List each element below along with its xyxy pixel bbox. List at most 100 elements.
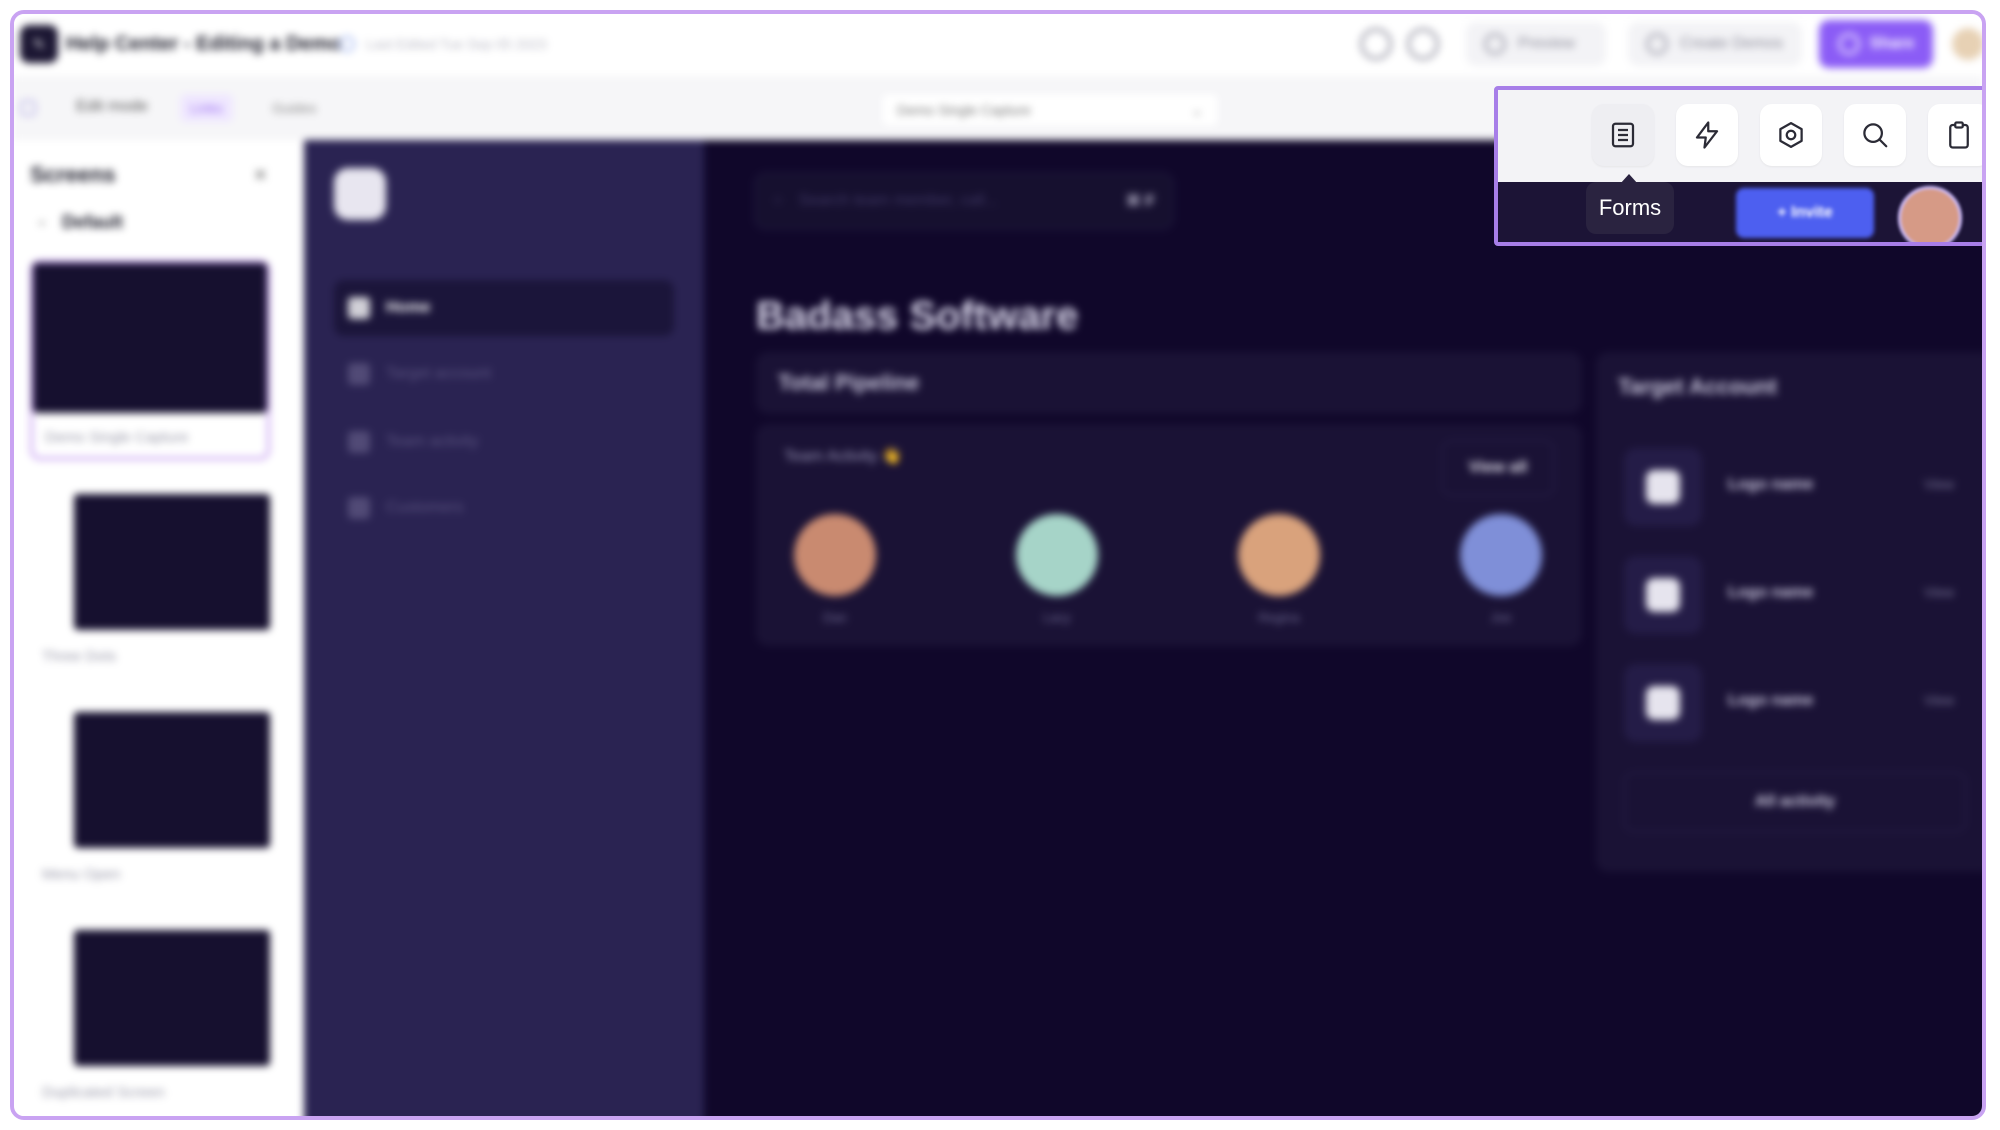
guides-button[interactable]: Guides [262,94,326,122]
logo-mark-icon [1646,686,1680,720]
thumbnail-image [74,494,270,630]
actions-tool-button[interactable] [1676,104,1738,166]
member-name: Lacy [1043,610,1071,625]
app-brand-logo [334,168,386,220]
avatar [1016,514,1098,596]
screen-thumbnail[interactable]: Demo Single Capture [30,260,270,460]
thumbnail-label: Menu Open [42,866,121,883]
edit-status-icon [339,36,355,52]
screen-group-default[interactable]: Default [62,212,123,233]
account-name: Logo name [1728,692,1814,709]
invite-button[interactable]: + Invite [1736,188,1874,238]
all-activity-button[interactable]: All activity [1624,772,1966,832]
nav-item-customers[interactable]: Customers [334,480,674,536]
screen-thumbnail[interactable]: Three Dots [30,482,270,682]
settings-tool-button[interactable] [1760,104,1822,166]
document-title[interactable]: Help Center - Editing a Demo [66,33,342,56]
plus-circle-icon [1646,33,1668,55]
thumbnail-label: Three Dots [42,648,117,665]
edit-mode-label: Edit mode [76,98,149,115]
total-pipeline-panel[interactable]: Total Pipeline [756,352,1582,414]
search-icon [1863,123,1888,148]
hexagon-gear-icon [1779,122,1803,148]
search-tool-button[interactable] [1844,104,1906,166]
links-label: Links [190,100,223,116]
nav-label: Customers [386,499,464,516]
forms-tool-button[interactable] [1592,104,1654,166]
screen-select[interactable]: Demo Single Capture ⌄ [880,92,1220,128]
guides-label: Guides [272,100,317,116]
member-name: Dan [823,610,847,625]
member-name: Regina [1258,610,1300,625]
account-row[interactable]: Logo name View [1624,556,1974,636]
eye-icon [1484,33,1506,55]
thumbnail-label: Demo Single Capture [45,429,189,446]
sidebar-toggle-icon[interactable] [20,100,36,116]
preview-button[interactable]: Preview [1466,22,1606,66]
page-title: Badass Software [756,294,1079,338]
team-member[interactable]: Lacy [1012,514,1102,625]
nav-item-team-activity[interactable]: Team activity [334,414,674,470]
help-icon[interactable] [1360,28,1392,60]
nav-item-target-account[interactable]: Target account [334,346,674,402]
nav-label: Target account [386,365,491,382]
thumbnail-image [74,712,270,848]
demo-canvas: Home Target account Team activity Custom… [304,140,1982,1116]
account-view-link[interactable]: View [1924,584,1954,600]
avatar[interactable] [1898,186,1962,242]
team-activity-title: Team Activity 👋 [784,448,902,465]
nav-item-home[interactable]: Home [334,280,674,336]
share-button[interactable]: Share [1819,20,1933,68]
clipboard-icon [1949,121,1969,149]
highlight-zoom-region: + Invite Forms [1494,86,1982,246]
last-edited-text: Last Edited Tue Sep 05 2023 [366,36,547,52]
account-logo [1624,448,1702,526]
team-member[interactable]: Regina [1234,514,1324,625]
forms-tooltip: Forms [1586,182,1674,234]
account-view-link[interactable]: View [1924,692,1954,708]
top-bar: ✎ Help Center - Editing a Demo Last Edit… [14,14,1982,76]
avatar [1238,514,1320,596]
editor-frame: ✎ Help Center - Editing a Demo Last Edit… [10,10,1986,1120]
lightning-icon [1695,121,1719,149]
avatar [794,514,876,596]
element-toolbar [1498,90,1982,182]
close-icon[interactable]: × [254,162,267,188]
avatar [1460,514,1542,596]
screen-thumbnail[interactable]: Menu Open [30,700,270,900]
member-name: Joe [1490,610,1512,625]
users-icon [348,431,370,453]
search-placeholder: Search team member, call... [798,192,998,209]
chevron-down-icon: ⌄ [1191,101,1203,118]
team-member[interactable]: Dan [790,514,880,625]
account-view-link[interactable]: View [1924,476,1954,492]
share-label: Share [1869,35,1915,52]
thumbnail-label: Duplicated Screen [42,1084,165,1101]
chevron-down-icon[interactable]: ⌄ [36,212,48,229]
thumbnail-image [74,930,270,1066]
target-account-panel: Target Account Logo name View Logo name … [1596,352,1982,872]
team-member[interactable]: Joe [1456,514,1546,625]
view-all-button[interactable]: View all [1442,440,1554,496]
clipboard-tool-button[interactable] [1928,104,1982,166]
links-button[interactable]: Links [180,94,233,122]
screens-panel: Screens × ⌄ Default Demo Single Capture … [14,140,304,1116]
nav-label: Team activity [386,433,479,450]
nav-label: Home [386,299,431,316]
create-demos-button[interactable]: Create Demos [1628,22,1802,66]
handshake-icon [348,497,370,519]
team-search-input[interactable]: ○ Search team member, call... ⌘ F [754,172,1174,230]
account-logo [1624,664,1702,742]
settings-icon[interactable] [1407,28,1439,60]
thumbnail-image [33,263,267,413]
team-activity-panel: Team Activity 👋 View all Dan Lacy Regina… [756,424,1582,646]
account-row[interactable]: Logo name View [1624,664,1974,744]
user-avatar[interactable] [1952,28,1982,60]
search-icon: ○ [773,192,783,209]
app-logo[interactable]: ✎ [20,25,58,63]
screen-thumbnail[interactable]: Duplicated Screen [30,918,270,1116]
search-shortcut: ⌘ F [1125,193,1155,210]
account-name: Logo name [1728,584,1814,601]
account-row[interactable]: Logo name View [1624,448,1974,528]
pipeline-title: Total Pipeline [778,370,920,395]
